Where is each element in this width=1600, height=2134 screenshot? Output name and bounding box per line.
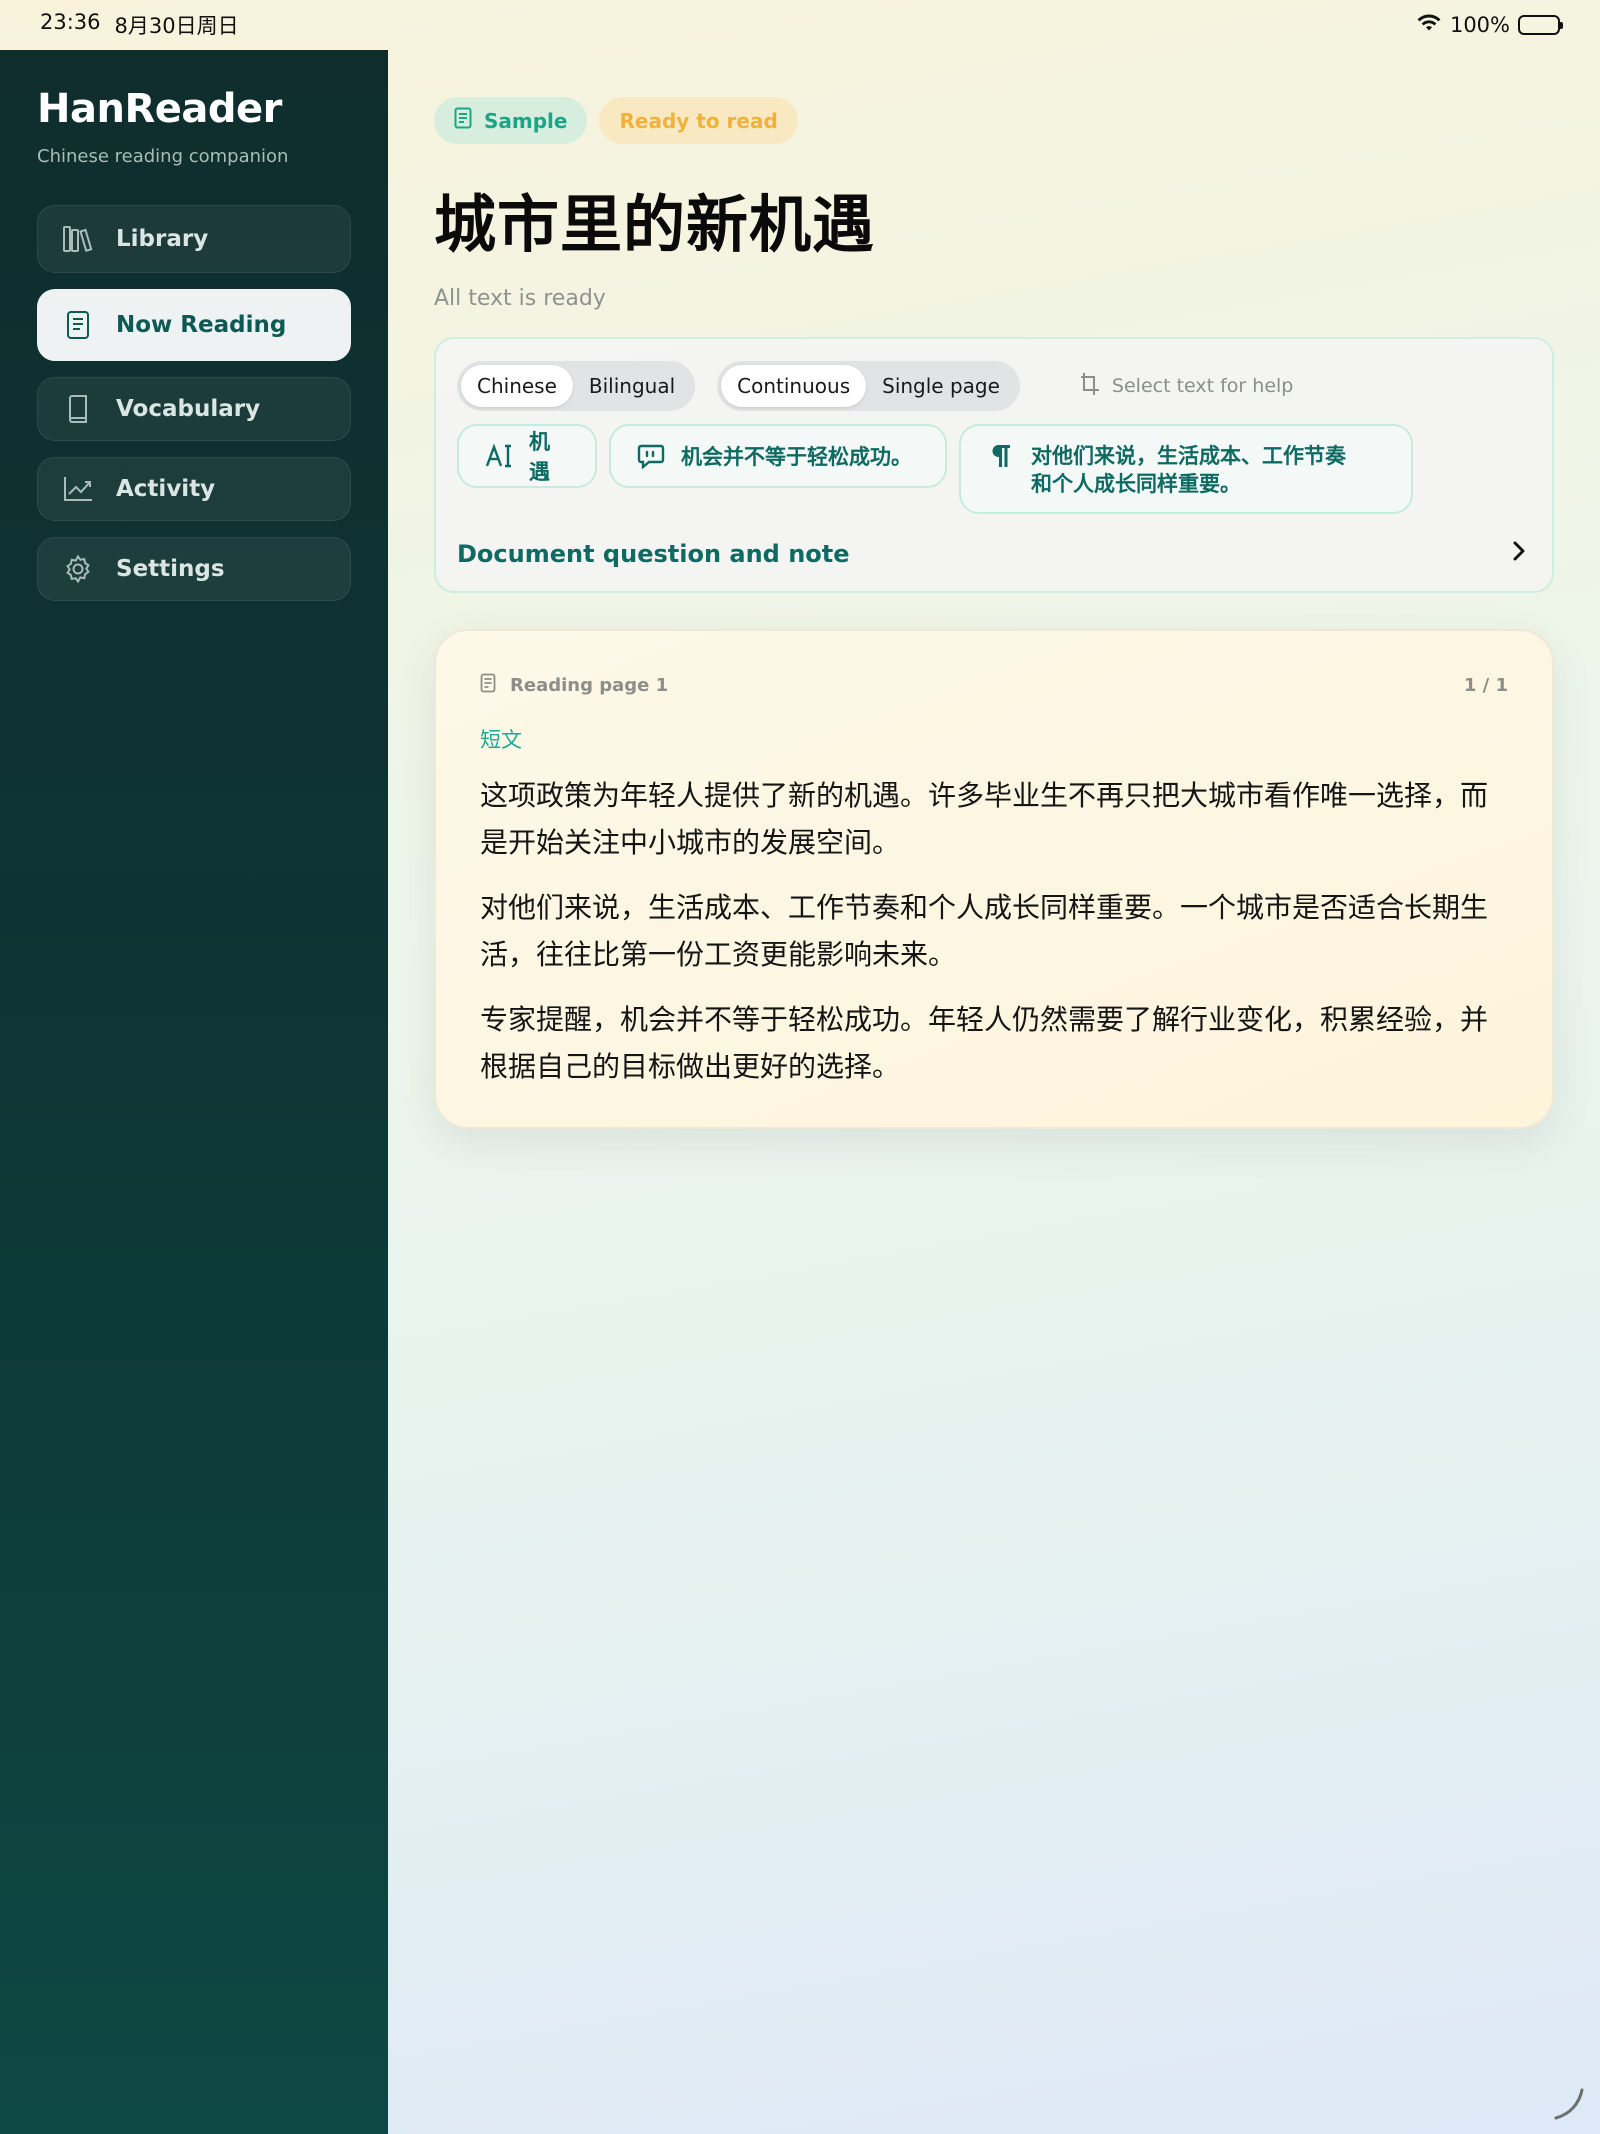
battery-icon: [1518, 15, 1563, 35]
crop-icon: [1080, 372, 1100, 401]
sidebar: HanReader Chinese reading companion Libr…: [0, 50, 388, 2134]
sidebar-item-library[interactable]: Library: [37, 205, 351, 273]
ready-badge: Ready to read: [599, 97, 798, 144]
reading-paragraph[interactable]: 这项政策为年轻人提供了新的机遇。许多毕业生不再只把大城市看作唯一选择，而是开始关…: [480, 772, 1508, 866]
word-lookup-label: 机遇: [529, 430, 550, 484]
word-lookup-pill[interactable]: 机遇: [457, 424, 597, 488]
layout-single-page-option[interactable]: Single page: [866, 365, 1016, 407]
sentence-help-label: 机会并不等于轻松成功。: [681, 445, 912, 469]
selection-hint: Select text for help: [1080, 372, 1293, 401]
app-tagline: Chinese reading companion: [37, 146, 289, 167]
sidebar-item-now-reading[interactable]: Now Reading: [37, 289, 351, 361]
reading-page-label: Reading page 1: [510, 675, 669, 696]
layout-mode-toggle: Continuous Single page: [717, 361, 1020, 411]
status-time: 23:36: [40, 10, 101, 34]
mode-chinese-option[interactable]: Chinese: [461, 365, 573, 407]
paragraph-help-pill[interactable]: 对他们来说，生活成本、工作节奏 和个人成长同样重要。: [959, 424, 1413, 514]
status-bar: 23:36 8月30日周日 100%: [0, 0, 1600, 50]
resize-handle-icon[interactable]: [1548, 2084, 1588, 2124]
sidebar-item-label: Activity: [116, 476, 216, 502]
sidebar-nav: Library Now Reading Vocabulary Activity …: [37, 205, 351, 601]
language-mode-toggle: Chinese Bilingual: [457, 361, 696, 411]
gear-icon: [62, 553, 94, 585]
reading-page-card: Reading page 1 1 / 1 短文 这项政策为年轻人提供了新的机遇。…: [434, 629, 1554, 1129]
pilcrow-icon: [987, 442, 1015, 470]
reading-paragraph[interactable]: 对他们来说，生活成本、工作节奏和个人成长同样重要。一个城市是否适合长期生活，往往…: [480, 884, 1508, 978]
battery-percent: 100%: [1449, 13, 1510, 37]
books-icon: [62, 223, 94, 255]
sidebar-item-vocabulary[interactable]: Vocabulary: [37, 377, 351, 441]
page-title: 城市里的新机遇: [434, 188, 876, 261]
sentence-help-pill[interactable]: 机会并不等于轻松成功。: [609, 424, 947, 488]
document-question-row[interactable]: Document question and note: [457, 531, 1526, 577]
sidebar-item-label: Now Reading: [116, 312, 287, 338]
layout-continuous-option[interactable]: Continuous: [721, 365, 867, 407]
reader-icon: [62, 309, 94, 341]
sidebar-item-label: Settings: [116, 556, 225, 582]
document-icon: [454, 107, 472, 134]
ready-label: Ready to read: [619, 108, 778, 133]
sidebar-item-settings[interactable]: Settings: [37, 537, 351, 601]
book-icon: [62, 393, 94, 425]
document-chips: Sample Ready to read: [434, 97, 1554, 144]
page-subtitle: All text is ready: [434, 286, 606, 311]
quote-bubble-icon: [637, 442, 665, 470]
document-question-label: Document question and note: [457, 540, 850, 568]
chart-icon: [62, 473, 94, 505]
status-date: 8月30日周日: [114, 14, 239, 38]
sample-label: Sample: [484, 108, 568, 133]
mode-bilingual-option[interactable]: Bilingual: [573, 365, 691, 407]
chevron-right-icon: [1512, 540, 1526, 568]
main-content: Sample Ready to read 城市里的新机遇 All text is…: [434, 97, 1554, 1129]
reading-tools-panel: Chinese Bilingual Continuous Single page…: [434, 337, 1554, 593]
sidebar-item-activity[interactable]: Activity: [37, 457, 351, 521]
page-counter: 1 / 1: [1463, 675, 1508, 696]
sample-badge: Sample: [434, 97, 588, 144]
paragraph-help-text: 对他们来说，生活成本、工作节奏 和个人成长同样重要。: [1031, 444, 1346, 496]
sidebar-item-label: Vocabulary: [116, 396, 261, 422]
selection-hint-text: Select text for help: [1111, 375, 1294, 397]
sidebar-item-label: Library: [116, 226, 209, 252]
page-icon: [480, 673, 496, 698]
app-brand: HanReader: [37, 86, 282, 132]
reading-paragraph[interactable]: 专家提醒，机会并不等于轻松成功。年轻人仍然需要了解行业变化，积累经验，并根据自己…: [480, 996, 1508, 1090]
section-heading: 短文: [480, 728, 522, 752]
wifi-icon: [1416, 13, 1442, 38]
text-cursor-icon: [485, 442, 513, 470]
